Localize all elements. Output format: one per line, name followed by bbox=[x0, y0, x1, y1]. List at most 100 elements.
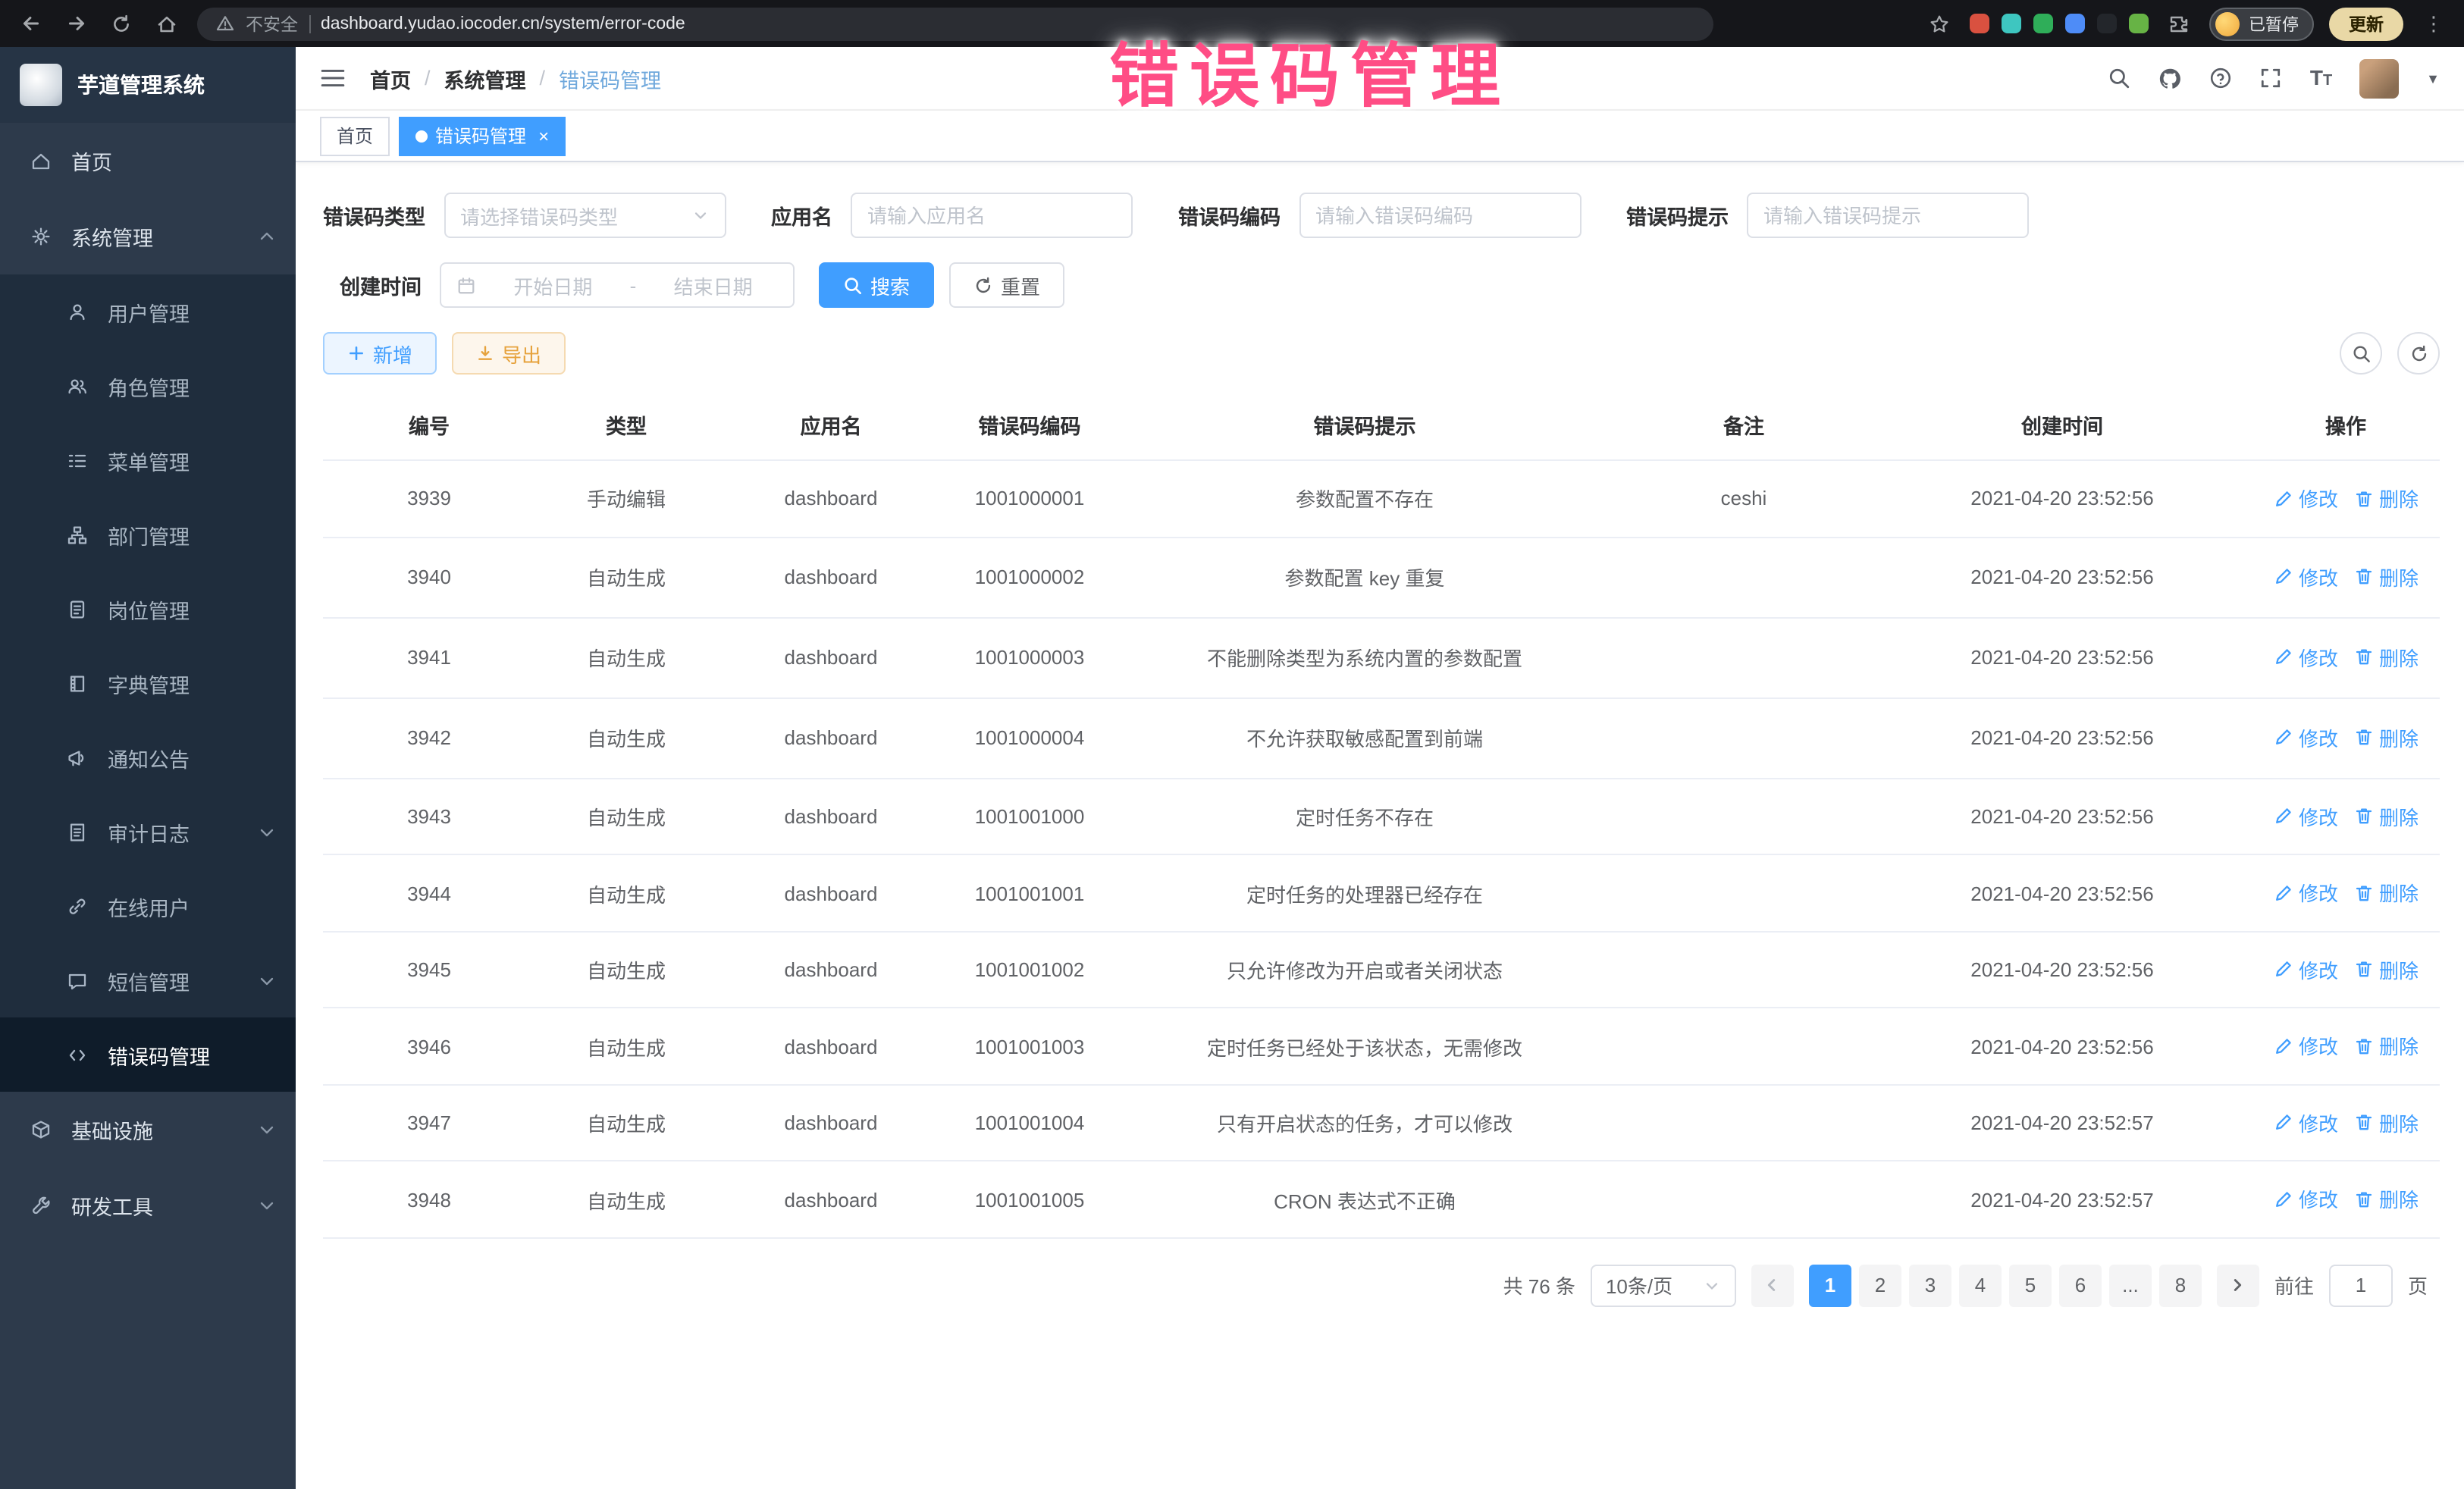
delete-link[interactable]: 删除 bbox=[2353, 643, 2419, 672]
sidebar-item-home[interactable]: 首页 bbox=[0, 123, 296, 199]
edit-link[interactable]: 修改 bbox=[2273, 484, 2338, 513]
sidebar-item-dict-management[interactable]: 字典管理 bbox=[0, 646, 296, 720]
error-hint-input[interactable] bbox=[1747, 193, 2029, 238]
export-button[interactable]: 导出 bbox=[452, 332, 566, 375]
fullscreen-icon[interactable] bbox=[2260, 67, 2283, 89]
sidebar-item-dept-management[interactable]: 部门管理 bbox=[0, 497, 296, 572]
sidebar-item-online-users[interactable]: 在线用户 bbox=[0, 869, 296, 943]
sidebar-item-infrastructure[interactable]: 基础设施 bbox=[0, 1092, 296, 1168]
sidebar-item-notice[interactable]: 通知公告 bbox=[0, 720, 296, 795]
extension-icon[interactable] bbox=[1970, 14, 1989, 33]
delete-link[interactable]: 删除 bbox=[2353, 802, 2419, 831]
sidebar-item-dev-tools[interactable]: 研发工具 bbox=[0, 1168, 296, 1243]
delete-link[interactable]: 删除 bbox=[2353, 1032, 2419, 1061]
tab-home[interactable]: 首页 bbox=[320, 116, 390, 155]
sidebar-item-label: 在线用户 bbox=[108, 891, 190, 921]
bookmark-star-icon[interactable] bbox=[1924, 8, 1955, 39]
next-page-button[interactable] bbox=[2217, 1265, 2259, 1307]
update-button[interactable]: 更新 bbox=[2329, 7, 2403, 40]
back-icon[interactable] bbox=[15, 8, 45, 39]
search-icon[interactable] bbox=[2108, 67, 2131, 89]
edit-link[interactable]: 修改 bbox=[2273, 802, 2338, 831]
page-button-4[interactable]: 4 bbox=[1959, 1265, 2002, 1307]
page-button-6[interactable]: 6 bbox=[2059, 1265, 2102, 1307]
breadcrumb-item[interactable]: 首页 bbox=[370, 63, 411, 93]
col-header-code: 错误码编码 bbox=[945, 390, 1114, 460]
app-name-input[interactable] bbox=[851, 193, 1133, 238]
trash-icon bbox=[2353, 882, 2375, 904]
extensions-puzzle-icon[interactable] bbox=[2164, 8, 2194, 39]
breadcrumb-item[interactable]: 系统管理 bbox=[444, 63, 526, 93]
delete-link[interactable]: 删除 bbox=[2353, 484, 2419, 513]
edit-link[interactable]: 修改 bbox=[2273, 955, 2338, 984]
refresh-button[interactable] bbox=[2397, 332, 2440, 375]
page-size-select[interactable]: 10条/页 bbox=[1591, 1265, 1736, 1307]
sidebar-toggle-icon[interactable] bbox=[320, 67, 346, 89]
edit-link[interactable]: 修改 bbox=[2273, 643, 2338, 672]
page-button-3[interactable]: 3 bbox=[1909, 1265, 1951, 1307]
extension-icon[interactable] bbox=[2097, 14, 2117, 33]
menu-kebab-icon[interactable]: ⋮ bbox=[2419, 8, 2449, 39]
extension-icon[interactable] bbox=[2033, 14, 2053, 33]
search-button[interactable]: 搜索 bbox=[819, 262, 934, 308]
reload-icon[interactable] bbox=[106, 8, 136, 39]
url-bar[interactable]: 不安全 dashboard.yudao.iocoder.cn/system/er… bbox=[197, 7, 1713, 40]
cell-id: 3943 bbox=[323, 779, 535, 855]
filter-hint-label: 错误码提示 bbox=[1626, 200, 1729, 230]
cell-id: 3941 bbox=[323, 617, 535, 697]
font-size-icon[interactable]: TT bbox=[2310, 66, 2332, 90]
sidebar-item-audit-log[interactable]: 审计日志 bbox=[0, 795, 296, 869]
page-button-5[interactable]: 5 bbox=[2009, 1265, 2052, 1307]
cell-remark bbox=[1615, 932, 1873, 1008]
delete-link[interactable]: 删除 bbox=[2353, 1108, 2419, 1137]
page-button-2[interactable]: 2 bbox=[1859, 1265, 1901, 1307]
extension-icon[interactable] bbox=[2129, 14, 2149, 33]
delete-link[interactable]: 删除 bbox=[2353, 1185, 2419, 1214]
edit-link[interactable]: 修改 bbox=[2273, 1108, 2338, 1137]
edit-link[interactable]: 修改 bbox=[2273, 563, 2338, 591]
chevron-down-icon[interactable]: ▼ bbox=[2426, 71, 2440, 86]
help-icon[interactable] bbox=[2210, 67, 2233, 89]
sidebar-item-post-management[interactable]: 岗位管理 bbox=[0, 572, 296, 646]
reset-button[interactable]: 重置 bbox=[949, 262, 1064, 308]
home-icon[interactable] bbox=[152, 8, 182, 39]
forward-icon[interactable] bbox=[61, 8, 91, 39]
close-icon[interactable]: × bbox=[538, 125, 549, 146]
add-button[interactable]: 新增 bbox=[323, 332, 437, 375]
toggle-search-button[interactable] bbox=[2340, 332, 2382, 375]
profile-chip[interactable]: 已暂停 bbox=[2209, 7, 2314, 40]
sidebar-item-label: 审计日志 bbox=[108, 817, 190, 847]
goto-page-input[interactable] bbox=[2329, 1265, 2393, 1307]
edit-link[interactable]: 修改 bbox=[2273, 723, 2338, 752]
prev-page-button[interactable] bbox=[1751, 1265, 1794, 1307]
edit-link[interactable]: 修改 bbox=[2273, 1032, 2338, 1061]
extension-icon[interactable] bbox=[2002, 14, 2021, 33]
extension-icon[interactable] bbox=[2065, 14, 2085, 33]
sidebar-item-sms-management[interactable]: 短信管理 bbox=[0, 943, 296, 1017]
app-title: 芋道管理系统 bbox=[77, 70, 205, 100]
delete-link[interactable]: 删除 bbox=[2353, 563, 2419, 591]
sidebar-item-system-management[interactable]: 系统管理 bbox=[0, 199, 296, 274]
error-code-input[interactable] bbox=[1299, 193, 1581, 238]
more-pages-button[interactable]: ... bbox=[2109, 1265, 2152, 1307]
tab-error-code[interactable]: 错误码管理× bbox=[399, 116, 566, 155]
browser-chrome: 不安全 dashboard.yudao.iocoder.cn/system/er… bbox=[0, 0, 2464, 47]
table-tools bbox=[2340, 332, 2440, 375]
edit-link[interactable]: 修改 bbox=[2273, 1185, 2338, 1214]
github-icon[interactable] bbox=[2158, 66, 2183, 90]
page-button-1[interactable]: 1 bbox=[1809, 1265, 1851, 1307]
page-button-8[interactable]: 8 bbox=[2159, 1265, 2202, 1307]
user-avatar[interactable] bbox=[2359, 58, 2399, 98]
logo-row[interactable]: 芋道管理系统 bbox=[0, 47, 296, 123]
gear-icon bbox=[30, 226, 55, 247]
edit-link[interactable]: 修改 bbox=[2273, 879, 2338, 908]
delete-link[interactable]: 删除 bbox=[2353, 723, 2419, 752]
delete-link[interactable]: 删除 bbox=[2353, 879, 2419, 908]
sidebar-item-error-code-management[interactable]: 错误码管理 bbox=[0, 1017, 296, 1092]
delete-link[interactable]: 删除 bbox=[2353, 955, 2419, 984]
date-range-picker[interactable]: 开始日期 - 结束日期 bbox=[440, 262, 795, 308]
sidebar-item-user-management[interactable]: 用户管理 bbox=[0, 274, 296, 349]
sidebar-item-role-management[interactable]: 角色管理 bbox=[0, 349, 296, 423]
error-type-select[interactable]: 请选择错误码类型 bbox=[444, 193, 726, 238]
sidebar-item-menu-management[interactable]: 菜单管理 bbox=[0, 423, 296, 497]
